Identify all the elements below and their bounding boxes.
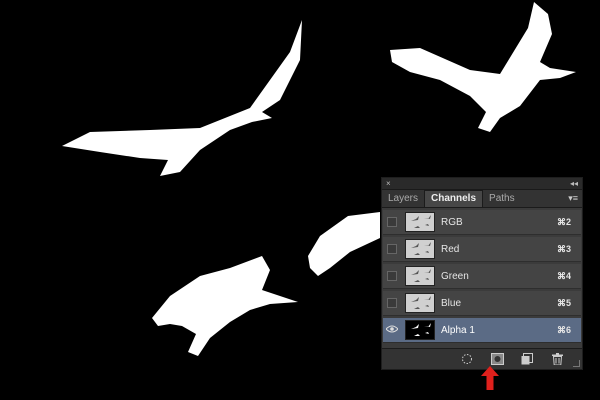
channel-shortcut: ⌘4: [556, 270, 571, 281]
annotation-arrow-icon: [481, 366, 499, 390]
channel-name: RGB: [441, 216, 463, 228]
visibility-toggle[interactable]: [383, 210, 401, 235]
channel-row-rgb[interactable]: RGB ⌘2: [383, 210, 581, 235]
channel-thumbnail: [405, 320, 435, 340]
channel-shortcut: ⌘3: [556, 243, 571, 254]
tab-paths[interactable]: Paths: [483, 191, 521, 207]
load-selection-icon: [462, 354, 472, 364]
visibility-box-icon: [387, 244, 397, 254]
thumbnail-birds-icon: [411, 323, 431, 336]
channel-row-alpha-1[interactable]: Alpha 1 ⌘6: [383, 318, 581, 343]
save-selection-as-channel-button[interactable]: [490, 352, 504, 366]
channel-name: Red: [441, 243, 460, 255]
tab-layers[interactable]: Layers: [382, 191, 424, 207]
channel-list: RGB ⌘2 Red ⌘3 Green ⌘4 Blue ⌘5 Alpha 1 ⌘…: [382, 208, 582, 343]
collapse-icon[interactable]: ◂◂: [570, 179, 578, 188]
channel-name: Alpha 1: [441, 324, 475, 336]
thumbnail-birds-icon: [411, 296, 431, 309]
channel-name: Green: [441, 270, 469, 282]
channel-shortcut: ⌘5: [556, 297, 571, 308]
channel-row-green[interactable]: Green ⌘4: [383, 264, 581, 289]
pelican-4: [152, 256, 298, 356]
channel-shortcut: ⌘2: [556, 216, 571, 227]
panel-titlebar: × ◂◂: [382, 178, 582, 190]
panel-menu-icon[interactable]: ▾≡: [568, 193, 578, 204]
visibility-toggle[interactable]: [383, 237, 401, 262]
channel-thumbnail: [405, 266, 435, 286]
channel-thumbnail: [405, 293, 435, 313]
channel-shortcut: ⌘6: [556, 324, 571, 335]
thumbnail-birds-icon: [411, 215, 431, 228]
thumbnail-birds-icon: [411, 242, 431, 255]
channel-row-red[interactable]: Red ⌘3: [383, 237, 581, 262]
new-channel-button[interactable]: [520, 352, 534, 366]
visibility-toggle[interactable]: [383, 318, 401, 343]
visibility-toggle[interactable]: [383, 291, 401, 316]
channel-thumbnail: [405, 212, 435, 232]
channels-panel: × ◂◂ Layers Channels Paths ▾≡ RGB ⌘2 Red…: [381, 177, 583, 370]
thumbnail-birds-icon: [411, 269, 431, 282]
new-channel-icon: [521, 353, 533, 365]
pelican-2: [390, 2, 576, 132]
tab-channels[interactable]: Channels: [424, 190, 484, 207]
channel-name: Blue: [441, 297, 462, 309]
load-selection-button[interactable]: [460, 352, 474, 366]
panel-tabbar: Layers Channels Paths ▾≡: [382, 190, 582, 208]
eye-icon: [385, 325, 399, 336]
trash-icon: [551, 353, 563, 365]
channel-thumbnail: [405, 239, 435, 259]
visibility-box-icon: [387, 217, 397, 227]
save-selection-as-channel-icon: [490, 353, 504, 365]
channel-row-blue[interactable]: Blue ⌘5: [383, 291, 581, 316]
pelican-3: [308, 212, 380, 276]
visibility-toggle[interactable]: [383, 264, 401, 289]
visibility-box-icon: [387, 271, 397, 281]
delete-channel-button[interactable]: [550, 352, 564, 366]
pelican-1: [62, 20, 302, 176]
close-icon[interactable]: ×: [386, 179, 391, 188]
resize-grip-icon[interactable]: [573, 360, 580, 367]
visibility-box-icon: [387, 298, 397, 308]
